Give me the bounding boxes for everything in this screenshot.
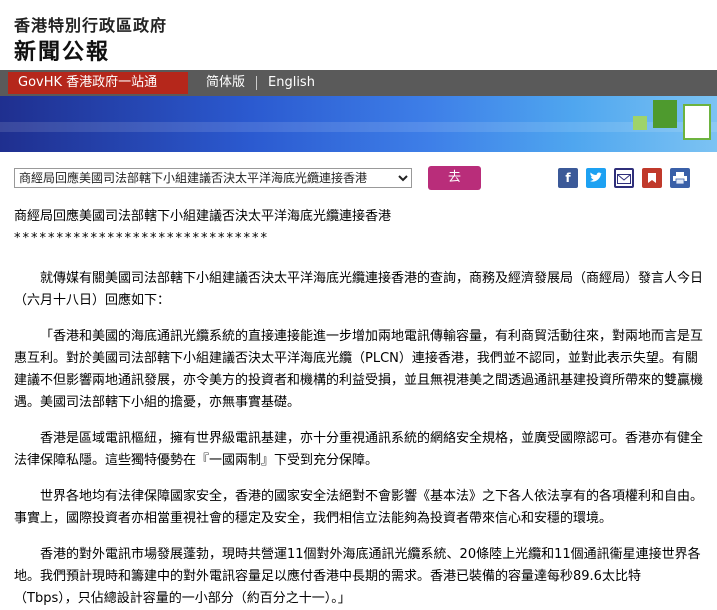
twitter-icon[interactable]: [586, 168, 607, 188]
go-button[interactable]: 去: [428, 166, 481, 190]
govhk-link[interactable]: GovHK 香港政府一站通: [8, 72, 188, 94]
email-icon[interactable]: [614, 168, 635, 188]
article-paragraph: 香港是區域電訊樞紐，擁有世界級電訊基建，亦十分重視通訊系統的網絡安全規格，並廣受…: [14, 431, 704, 468]
site-header: 香港特別行政區政府 新聞公報: [0, 0, 717, 70]
nav-divider: [256, 76, 257, 90]
article-paragraph: 就傳媒有關美國司法部轄下小組建議否決太平洋海底光纜連接香港的查詢，商務及經濟發展…: [14, 271, 704, 308]
article-paragraph: 香港的對外電訊市場發展蓬勃，現時共營運11個對外海底通訊光纜系統、20條陸上光纜…: [14, 547, 701, 606]
article-title: 商經局回應美國司法部轄下小組建議否決太平洋海底光纜連接香港: [14, 209, 392, 224]
press-releases-title: 新聞公報: [14, 40, 111, 65]
release-toolbar: 商經局回應美國司法部轄下小組建議否決太平洋海底光纜連接香港 去 f: [0, 160, 717, 196]
banner-square-light: [633, 116, 647, 130]
banner-decoration: [607, 96, 717, 152]
top-navbar: GovHK 香港政府一站通 简体版 English: [0, 70, 717, 96]
article-paragraph: 世界各地均有法律保障國家安全，香港的國家安全法絕對不會影響《基本法》之下各人依法…: [14, 489, 704, 526]
print-icon[interactable]: [670, 168, 691, 188]
banner-square-green: [653, 100, 677, 128]
banner: [0, 96, 717, 152]
press-release-article: 商經局回應美國司法部轄下小組建議否決太平洋海底光纜連接香港 **********…: [14, 206, 704, 610]
bookmark-icon[interactable]: [642, 168, 663, 188]
title-separator: ******************************: [14, 231, 269, 246]
simplified-chinese-link[interactable]: 简体版: [206, 70, 245, 96]
release-select[interactable]: 商經局回應美國司法部轄下小組建議否決太平洋海底光纜連接香港: [14, 168, 412, 188]
banner-square-white: [683, 104, 711, 140]
article-paragraph: 「香港和美國的海底通訊光纜系統的直接連接能進一步增加兩地電訊傳輸容量，有利商貿活…: [14, 329, 704, 410]
share-icons: f: [558, 168, 693, 188]
english-link[interactable]: English: [268, 70, 315, 96]
government-title: 香港特別行政區政府: [14, 16, 168, 35]
facebook-icon[interactable]: f: [558, 168, 578, 188]
